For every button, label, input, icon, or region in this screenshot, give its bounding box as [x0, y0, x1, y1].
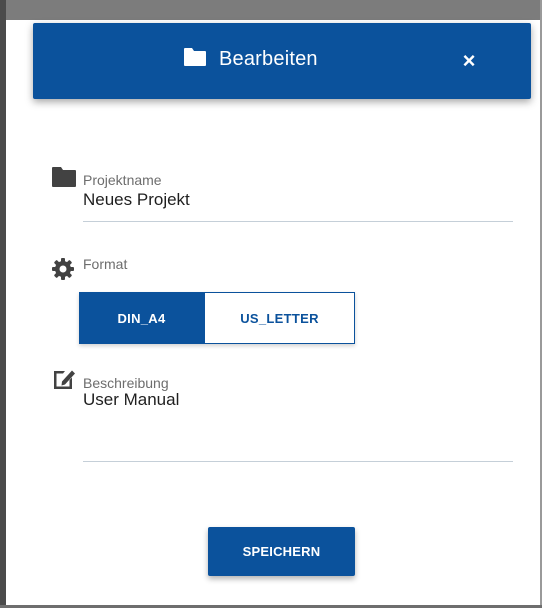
save-button[interactable]: SPEICHERN [208, 527, 355, 576]
dialog-header: Bearbeiten × [33, 23, 531, 99]
close-icon: × [462, 48, 476, 73]
description-underline [83, 461, 513, 462]
dialog-title: Bearbeiten [219, 48, 318, 70]
gear-icon [51, 257, 77, 281]
description-label: Beschreibung [83, 375, 169, 391]
projectname-underline [83, 221, 513, 222]
folder-icon [51, 166, 77, 190]
format-toggle-group: DIN_A4 US_LETTER [79, 292, 355, 344]
close-button[interactable]: × [455, 47, 483, 75]
edit-icon [51, 366, 77, 390]
description-field[interactable]: User Manual [83, 390, 179, 410]
format-option-us-letter[interactable]: US_LETTER [204, 292, 355, 344]
projectname-field[interactable]: Neues Projekt [83, 190, 190, 210]
projectname-label: Projektname [83, 172, 162, 188]
dialog-title-group: Bearbeiten [183, 47, 318, 72]
folder-icon [183, 47, 207, 72]
format-label: Format [83, 256, 128, 272]
edit-dialog: Bearbeiten × Projektname Neues Projekt F… [6, 20, 540, 605]
format-option-din-a4[interactable]: DIN_A4 [79, 292, 204, 344]
